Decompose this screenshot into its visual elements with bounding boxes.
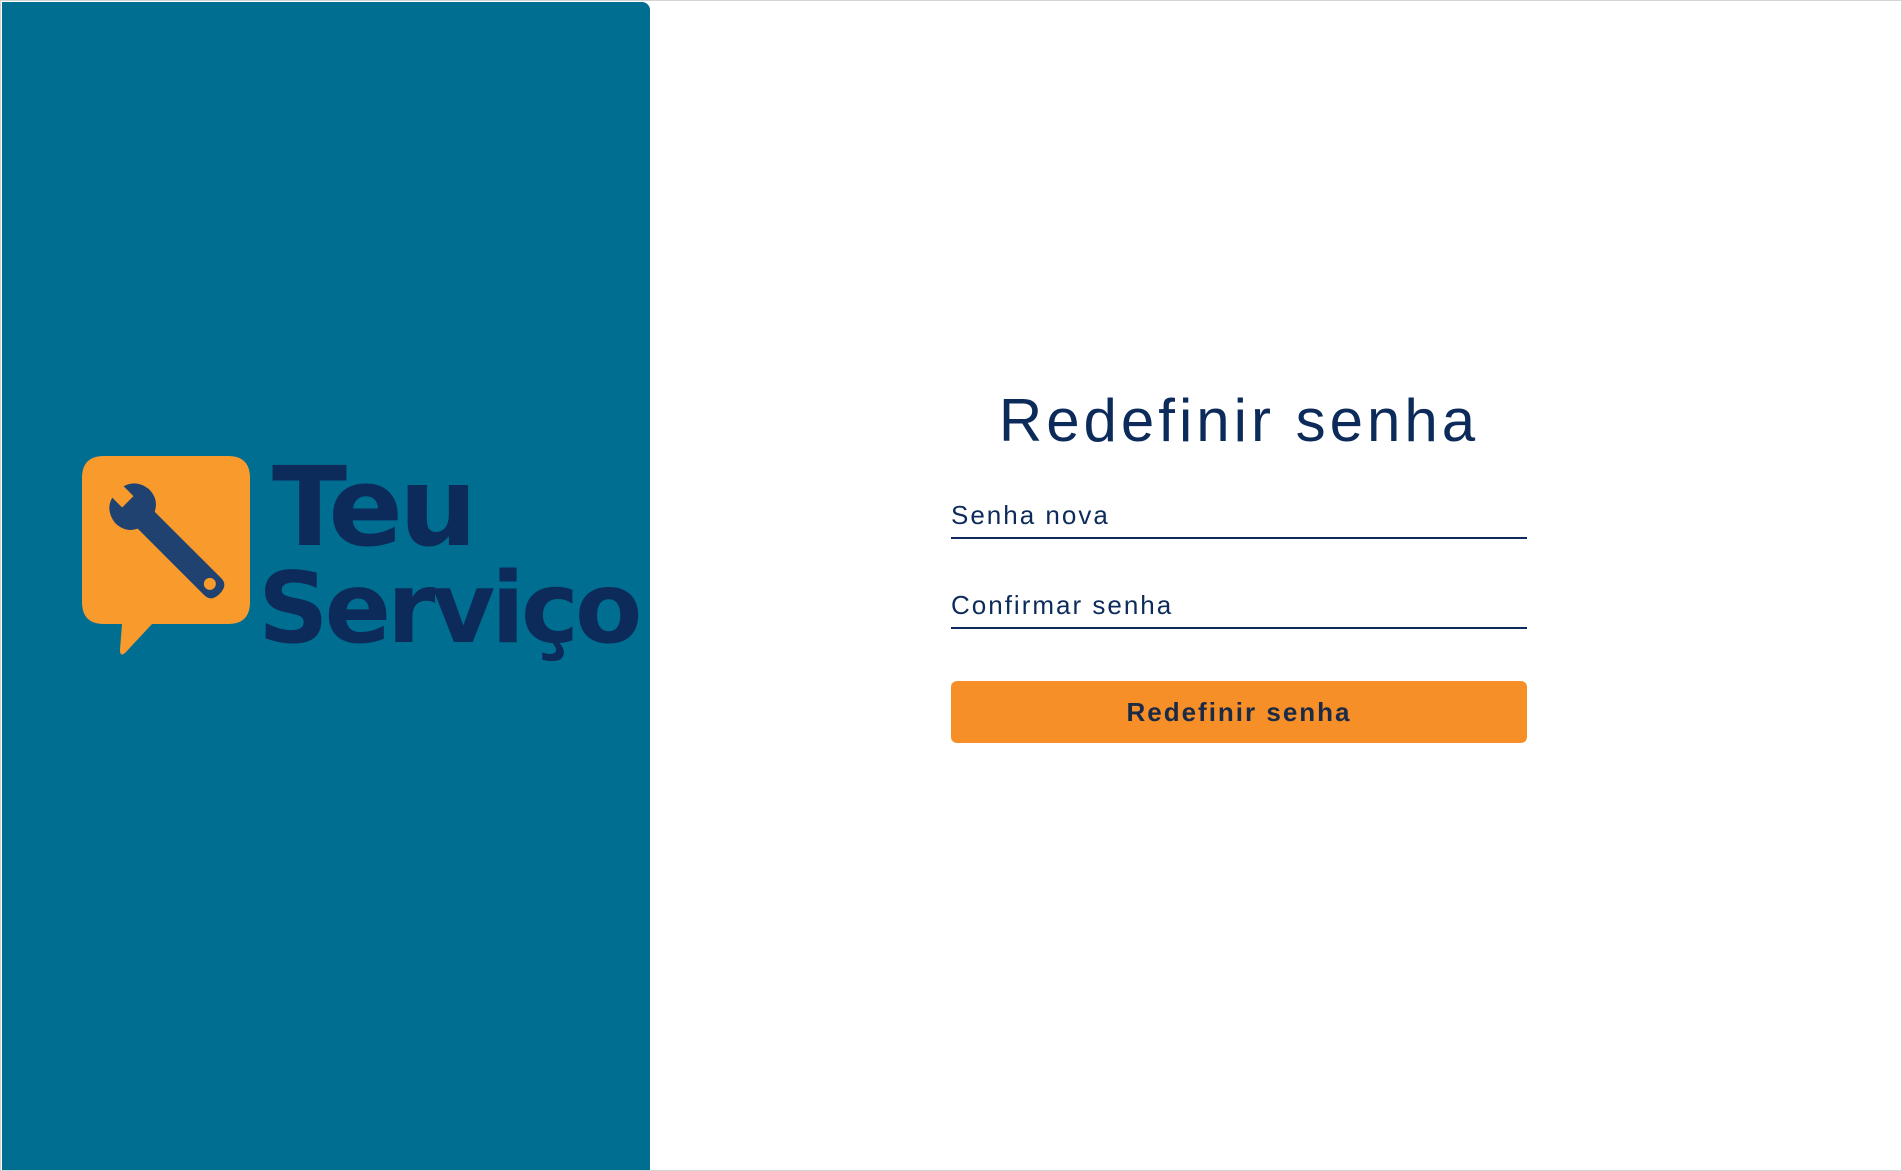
confirm-password-field xyxy=(951,583,1527,629)
new-password-field xyxy=(951,493,1527,539)
page-title: Redefinir senha xyxy=(998,387,1480,454)
reset-password-form: Redefinir senha Redefinir senha xyxy=(951,381,1527,743)
logo-wordmark: Teu Serviço xyxy=(258,443,642,664)
wrench-chat-bubble-icon xyxy=(82,456,250,655)
app-window: Teu Serviço Redefinir senha Redefinir se… xyxy=(0,0,1902,1171)
brand-panel: Teu Serviço xyxy=(2,2,650,1170)
logo-name-line1: Teu xyxy=(272,443,477,571)
logo: Teu Serviço xyxy=(82,443,642,664)
new-password-input[interactable] xyxy=(951,493,1527,537)
logo-name-line2: Serviço xyxy=(258,552,642,666)
confirm-password-input[interactable] xyxy=(951,583,1527,627)
reset-password-button[interactable]: Redefinir senha xyxy=(951,681,1527,743)
